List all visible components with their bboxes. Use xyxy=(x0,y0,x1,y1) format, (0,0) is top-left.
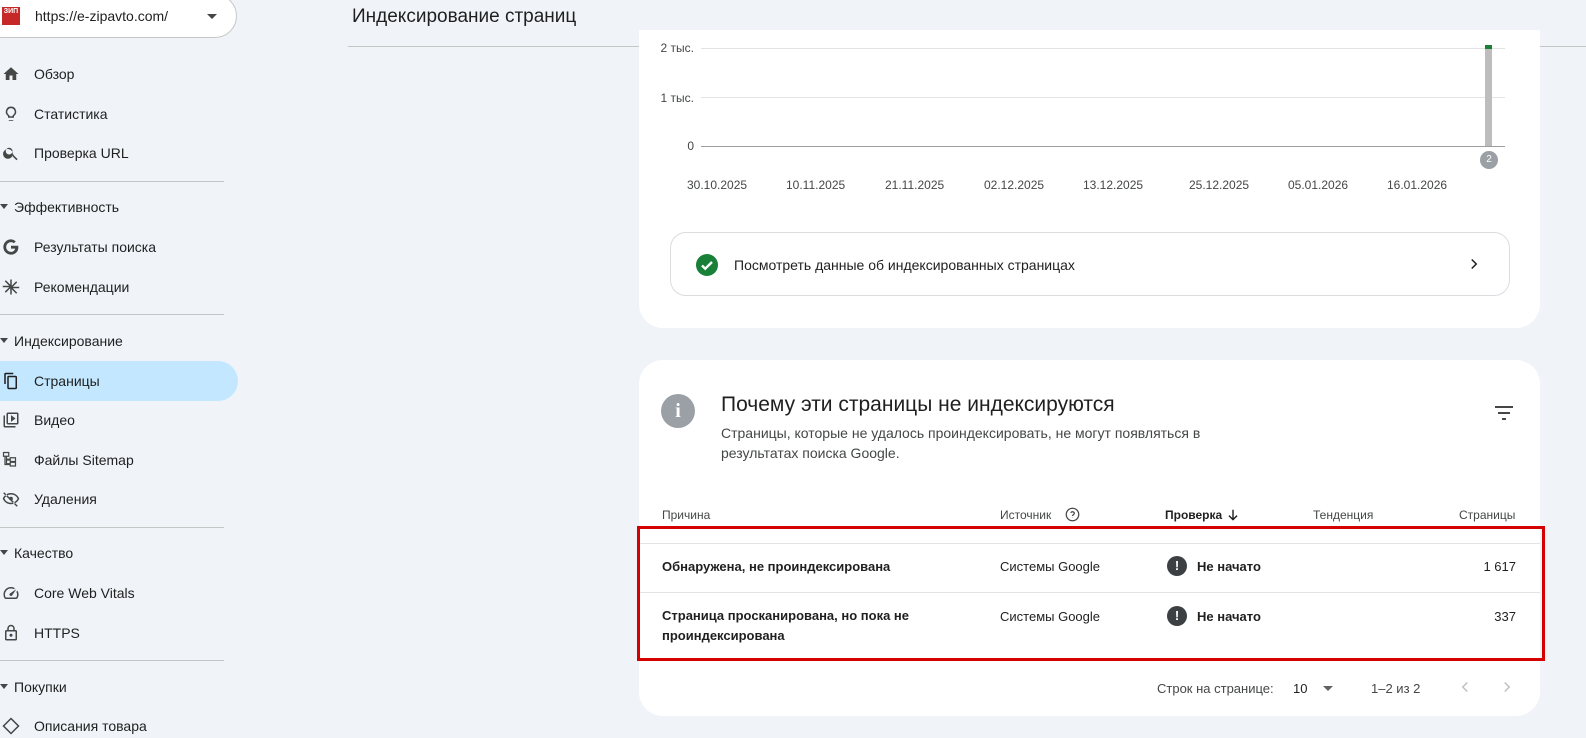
nav-section-title: Эффективность xyxy=(14,199,120,215)
nav-section-quality[interactable]: Качество xyxy=(0,539,238,569)
sitemap-icon xyxy=(2,451,17,467)
x-tick-label: 25.12.2025 xyxy=(1189,178,1250,192)
caret-down-icon xyxy=(0,684,8,689)
pages-icon xyxy=(4,372,17,390)
arrow-down-icon[interactable] xyxy=(1226,508,1240,522)
sidebar-item-sitemaps[interactable]: Файлы Sitemap xyxy=(0,440,238,480)
check-circle-icon xyxy=(696,254,718,276)
diamond-icon xyxy=(2,717,20,735)
reasons-description: Страницы, которые не удалось проиндексир… xyxy=(721,425,1201,461)
google-icon xyxy=(3,239,19,255)
view-indexed-pages-label: Посмотреть данные об индексированных стр… xyxy=(734,257,1075,273)
column-header-source[interactable]: Источник xyxy=(1000,508,1051,522)
highlight-box xyxy=(637,526,1545,661)
y-tick-label: 0 xyxy=(687,139,694,153)
nav-section-title: Качество xyxy=(14,545,74,561)
reasons-title: Почему эти страницы не индексируются xyxy=(721,393,1115,416)
chevron-down-icon xyxy=(207,14,217,19)
home-icon xyxy=(3,67,19,80)
y-tick-label: 1 тыс. xyxy=(660,91,694,105)
speedometer-icon xyxy=(3,586,19,599)
nav-divider xyxy=(0,314,224,315)
column-header-reason[interactable]: Причина xyxy=(662,508,710,522)
sidebar-item-statistics[interactable]: Статистика xyxy=(0,94,238,134)
column-header-check[interactable]: Проверка xyxy=(1165,508,1222,522)
sidebar-item-url-inspection[interactable]: Проверка URL xyxy=(0,133,238,173)
x-tick-label: 21.11.2025 xyxy=(885,178,945,192)
column-header-trend[interactable]: Тенденция xyxy=(1313,508,1373,522)
x-tick-label: 02.12.2025 xyxy=(984,178,1045,192)
nav-section-indexing[interactable]: Индексирование xyxy=(0,327,238,357)
pagination-range: 1–2 из 2 xyxy=(1371,681,1421,696)
caret-down-icon xyxy=(0,550,8,555)
x-tick-label: 16.01.2026 xyxy=(1387,178,1448,192)
help-icon[interactable] xyxy=(1065,507,1080,522)
sidebar-item-pages[interactable]: Страницы xyxy=(0,361,238,401)
x-tick-label: 05.01.2026 xyxy=(1288,178,1349,192)
chevron-right-icon xyxy=(1471,258,1478,270)
nav-section-performance[interactable]: Эффективность xyxy=(0,193,238,223)
x-tick-label: 30.10.2025 xyxy=(687,178,748,192)
column-header-pages[interactable]: Страницы xyxy=(1459,508,1515,522)
sidebar-item-label: Удаления xyxy=(34,491,97,507)
sidebar-item-label: Файлы Sitemap xyxy=(34,452,134,468)
property-url: https://e-zipavto.com/ xyxy=(35,8,169,24)
sidebar-item-label: Результаты поиска xyxy=(34,239,157,255)
property-selector[interactable]: ЗИП https://e-zipavto.com/ xyxy=(0,0,237,38)
lock-icon xyxy=(5,624,17,641)
chart-annotation-marker[interactable]: 2 xyxy=(1480,151,1498,169)
sidebar-item-overview[interactable]: Обзор xyxy=(0,54,238,94)
nav-divider xyxy=(0,181,224,182)
nav-section-title: Покупки xyxy=(14,679,67,695)
page-title: Индексирование страниц xyxy=(352,6,577,27)
asterisk-icon xyxy=(2,279,20,295)
sidebar-item-https[interactable]: HTTPS xyxy=(0,613,238,653)
eye-off-icon xyxy=(2,492,20,507)
chart-x-axis xyxy=(701,146,1505,147)
caret-down-icon xyxy=(0,338,8,343)
x-tick-label: 13.12.2025 xyxy=(1083,178,1144,192)
nav-section-shopping[interactable]: Покупки xyxy=(0,673,238,703)
chevron-down-icon[interactable] xyxy=(1323,686,1333,691)
sidebar-item-video[interactable]: Видео xyxy=(0,400,238,440)
sidebar-item-label: Core Web Vitals xyxy=(34,585,135,601)
sidebar-item-label: HTTPS xyxy=(34,625,80,641)
chart-bar-indexed[interactable] xyxy=(1485,45,1492,49)
x-tick-label: 10.11.2025 xyxy=(786,178,846,192)
sidebar-item-product-snippets[interactable]: Описания товара xyxy=(0,706,238,738)
chart-gridline xyxy=(701,97,1505,98)
rows-per-page-label: Строк на странице: xyxy=(1157,681,1274,696)
sidebar-item-label: Рекомендации xyxy=(34,279,130,295)
chevron-right-icon[interactable] xyxy=(1498,678,1516,696)
property-logo: ЗИП xyxy=(2,7,20,25)
filter-icon[interactable] xyxy=(1494,405,1514,421)
nav-divider xyxy=(0,660,224,661)
sidebar-item-label: Обзор xyxy=(34,66,75,82)
sidebar-item-label: Статистика xyxy=(34,106,108,122)
nav-divider xyxy=(0,527,224,528)
sidebar-item-label: Видео xyxy=(34,412,75,428)
sidebar-item-core-web-vitals[interactable]: Core Web Vitals xyxy=(0,573,238,613)
view-indexed-pages-link[interactable]: Посмотреть данные об индексированных стр… xyxy=(670,232,1510,296)
sidebar-item-removals[interactable]: Удаления xyxy=(0,479,238,519)
sidebar-item-search-results[interactable]: Результаты поиска xyxy=(0,227,238,267)
info-icon: i xyxy=(661,394,695,428)
sidebar-item-label: Проверка URL xyxy=(34,145,129,161)
lightbulb-icon xyxy=(5,106,17,121)
nav-section-title: Индексирование xyxy=(14,333,123,349)
sidebar-item-label: Описания товара xyxy=(34,718,147,734)
sidebar-item-recommendations[interactable]: Рекомендации xyxy=(0,267,238,307)
search-icon xyxy=(3,147,18,161)
sidebar-item-label: Страницы xyxy=(34,373,100,389)
video-icon xyxy=(3,412,19,428)
caret-down-icon xyxy=(0,204,8,209)
rows-per-page-select[interactable]: 10 xyxy=(1293,681,1307,696)
chart-gridline xyxy=(701,48,1505,49)
y-tick-label: 2 тыс. xyxy=(660,41,694,55)
sidebar: ЗИП https://e-zipavto.com/ Обзор Статист… xyxy=(0,0,240,738)
chart-bar-not-indexed[interactable] xyxy=(1485,47,1492,146)
chevron-left-icon[interactable] xyxy=(1456,678,1474,696)
